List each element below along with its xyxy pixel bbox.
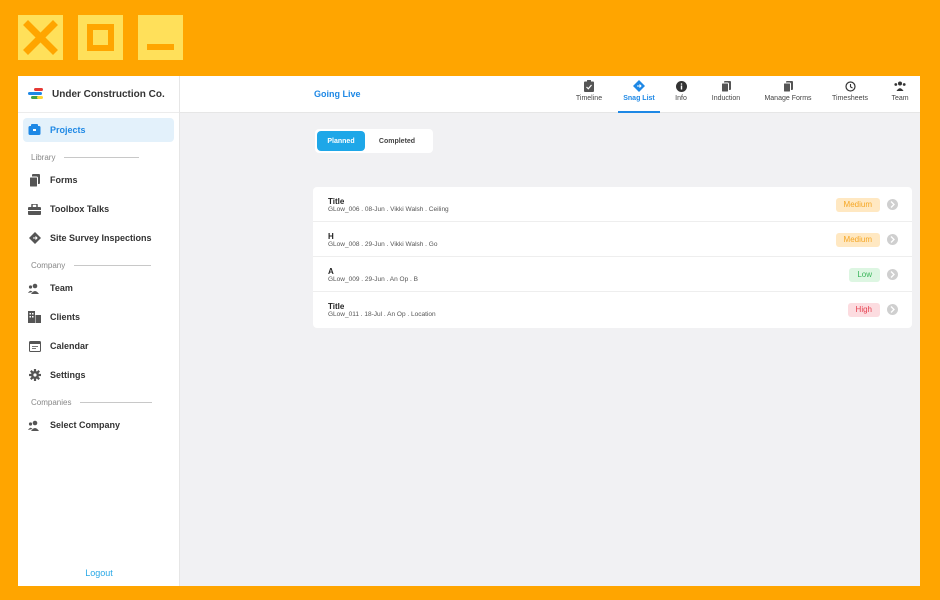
section-library: Library <box>31 153 174 162</box>
clipboard-check-icon <box>583 80 595 92</box>
building-icon <box>28 311 41 324</box>
sidebar: Under Construction Co. Projects Library … <box>18 76 180 586</box>
tab-label: Info <box>675 95 687 102</box>
diamond-icon <box>633 80 645 92</box>
page-title: Going Live <box>314 89 361 99</box>
logout-link[interactable]: Logout <box>18 568 180 578</box>
segment-planned[interactable]: Planned <box>317 131 365 151</box>
team-icon <box>28 419 41 432</box>
forms-icon <box>28 173 41 187</box>
snag-title: Title <box>328 197 345 206</box>
snag-title: A <box>328 267 334 276</box>
priority-badge: Medium <box>835 233 880 247</box>
tab-bar: Timeline Snag List Info Induction Manage… <box>564 76 920 113</box>
info-icon <box>675 80 687 92</box>
tab-label: Timeline <box>575 95 603 102</box>
sidebar-item-projects[interactable]: Projects <box>23 118 174 142</box>
chevron-right-icon[interactable] <box>887 304 898 315</box>
tab-timesheets[interactable]: Timesheets <box>824 76 876 113</box>
tab-manage-forms[interactable]: Manage Forms <box>756 76 820 113</box>
sidebar-item-calendar[interactable]: Calendar <box>23 334 174 358</box>
sidebar-item-label: Projects <box>50 125 86 135</box>
sidebar-item-label: Settings <box>50 370 86 380</box>
team-icon <box>894 80 906 92</box>
history-icon <box>844 80 856 92</box>
divider <box>64 157 140 158</box>
tab-induction[interactable]: Induction <box>700 76 752 113</box>
snag-title: H <box>328 232 334 241</box>
sidebar-item-forms[interactable]: Forms <box>23 168 174 192</box>
toolbox-icon <box>28 203 41 216</box>
section-label: Library <box>31 153 56 162</box>
brand[interactable]: Under Construction Co. <box>18 76 179 113</box>
tab-snag-list[interactable]: Snag List <box>618 76 660 113</box>
projects-icon <box>28 124 41 137</box>
list-item[interactable]: A GLow_009 . 29-Jun . An Op . B Low <box>313 257 912 292</box>
sidebar-item-label: Site Survey Inspections <box>50 233 152 243</box>
section-label: Company <box>31 261 66 270</box>
sidebar-item-label: Clients <box>50 312 81 322</box>
tab-info[interactable]: Info <box>664 76 698 113</box>
priority-badge: Low <box>849 268 880 282</box>
tab-label: Timesheets <box>832 95 868 102</box>
sidebar-item-settings[interactable]: Settings <box>23 363 174 387</box>
tab-label: Manage Forms <box>764 95 812 102</box>
topbar: Going Live Timeline Snag List Info Induc… <box>180 76 920 113</box>
chevron-right-icon[interactable] <box>887 269 898 280</box>
sidebar-item-label: Toolbox Talks <box>50 204 110 214</box>
window-controls <box>18 15 183 60</box>
calendar-icon <box>28 340 41 353</box>
priority-badge: High <box>847 303 880 317</box>
chevron-right-icon[interactable] <box>887 234 898 245</box>
divider <box>74 265 152 266</box>
snag-meta: GLow_008 . 29-Jun . Vikki Walsh . Go <box>328 241 438 248</box>
snag-meta: GLow_006 . 08-Jun . Vikki Walsh . Ceilin… <box>328 206 449 213</box>
tab-label: Snag List <box>623 95 655 102</box>
forms-icon <box>782 80 794 92</box>
snag-list: Title GLow_006 . 08-Jun . Vikki Walsh . … <box>313 187 912 328</box>
minimize-icon[interactable] <box>138 15 183 60</box>
section-label: Companies <box>31 398 72 407</box>
gear-icon <box>28 369 41 382</box>
snag-title: Title <box>328 302 345 311</box>
sidebar-item-label: Team <box>50 283 73 293</box>
section-companies: Companies <box>31 398 174 407</box>
brand-logo-icon <box>28 88 44 100</box>
team-icon <box>28 282 41 295</box>
chevron-right-icon[interactable] <box>887 199 898 210</box>
sidebar-item-label: Calendar <box>50 341 89 351</box>
tab-label: Team <box>891 95 909 102</box>
list-item[interactable]: H GLow_008 . 29-Jun . Vikki Walsh . Go M… <box>313 222 912 257</box>
sidebar-item-label: Forms <box>50 175 78 185</box>
list-item[interactable]: Title GLow_006 . 08-Jun . Vikki Walsh . … <box>313 187 912 222</box>
main-content: Going Live Timeline Snag List Info Induc… <box>180 76 920 586</box>
sidebar-nav: Projects Library Forms Toolbox Talks Sit… <box>18 118 179 437</box>
section-company: Company <box>31 261 174 270</box>
brand-name: Under Construction Co. <box>52 88 165 100</box>
tab-timeline[interactable]: Timeline <box>564 76 614 113</box>
sidebar-item-clients[interactable]: Clients <box>23 305 174 329</box>
sidebar-item-select-company[interactable]: Select Company <box>23 413 174 437</box>
priority-badge: Medium <box>835 198 880 212</box>
sidebar-item-site-survey[interactable]: Site Survey Inspections <box>23 226 174 250</box>
diamond-icon <box>28 232 41 245</box>
segment-completed[interactable]: Completed <box>365 131 429 151</box>
divider <box>80 402 153 403</box>
sidebar-item-team[interactable]: Team <box>23 276 174 300</box>
snag-meta: GLow_011 . 18-Jul . An Op . Location <box>328 311 436 318</box>
status-segmented-control: Planned Completed <box>315 129 433 153</box>
tab-team[interactable]: Team <box>880 76 920 113</box>
app-window: Under Construction Co. Projects Library … <box>18 76 920 586</box>
tab-label: Induction <box>711 95 741 102</box>
snag-meta: GLow_009 . 29-Jun . An Op . B <box>328 276 418 283</box>
list-item[interactable]: Title GLow_011 . 18-Jul . An Op . Locati… <box>313 292 912 327</box>
close-icon[interactable] <box>18 15 63 60</box>
forms-icon <box>720 80 732 92</box>
sidebar-item-label: Select Company <box>50 420 121 430</box>
sidebar-item-toolbox-talks[interactable]: Toolbox Talks <box>23 197 174 221</box>
maximize-icon[interactable] <box>78 15 123 60</box>
